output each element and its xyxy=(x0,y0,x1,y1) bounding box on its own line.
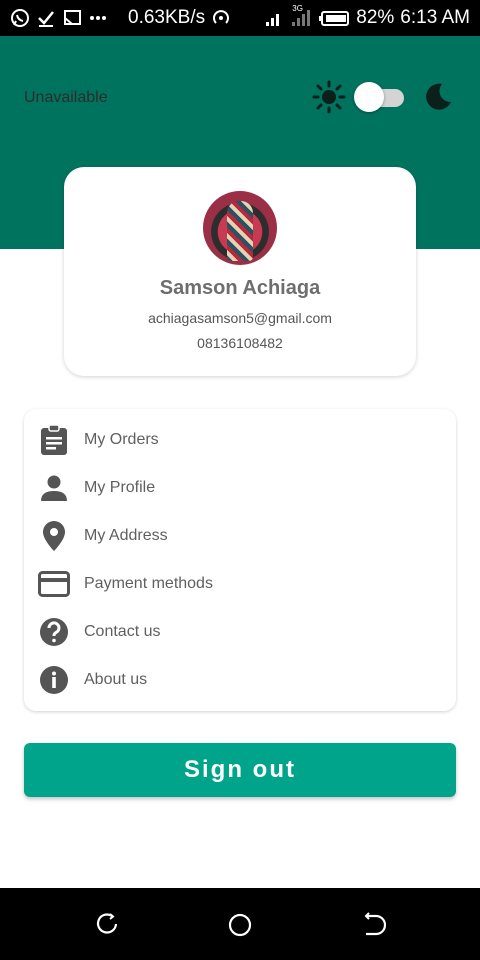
signal-icon xyxy=(264,8,284,28)
status-bar: 0.63KB/s 3G 82% 6:13 AM xyxy=(0,0,480,36)
check-icon xyxy=(36,8,56,28)
home-icon[interactable] xyxy=(227,912,253,938)
network-speed: 0.63KB/s xyxy=(128,7,206,28)
info-icon xyxy=(38,664,70,696)
recent-apps-icon[interactable] xyxy=(94,912,120,938)
more-icon xyxy=(88,8,108,28)
battery-icon xyxy=(318,8,350,28)
network-label: 3G xyxy=(292,4,303,13)
menu-item-label: My Orders xyxy=(84,431,159,448)
avatar[interactable] xyxy=(203,191,277,265)
moon-icon xyxy=(422,80,454,112)
signal-3g-icon: 3G xyxy=(290,4,312,28)
battery-percent: 82% xyxy=(356,7,395,28)
navigation-bar xyxy=(0,888,480,960)
help-icon xyxy=(38,616,70,648)
sun-icon xyxy=(312,80,346,114)
sign-out-button[interactable]: Sign out xyxy=(24,743,456,797)
menu-item-contact-us[interactable]: Contact us xyxy=(24,608,456,656)
theme-toggle[interactable] xyxy=(354,82,404,112)
user-phone: 08136108482 xyxy=(197,335,283,351)
back-icon[interactable] xyxy=(360,912,387,938)
menu-item-label: Contact us xyxy=(84,623,161,640)
menu-item-label: My Address xyxy=(84,527,168,544)
clipboard-icon xyxy=(38,424,70,456)
person-icon xyxy=(38,472,70,504)
profile-card: Samson Achiaga achiagasamson5@gmail.com … xyxy=(64,167,416,376)
menu-item-label: Payment methods xyxy=(84,575,213,592)
hotspot-icon xyxy=(211,8,231,28)
menu-item-my-profile[interactable]: My Profile xyxy=(24,464,456,512)
menu-item-payment-methods[interactable]: Payment methods xyxy=(24,560,456,608)
credit-card-icon xyxy=(38,568,70,600)
toggle-thumb[interactable] xyxy=(354,82,384,112)
menu-item-label: My Profile xyxy=(84,479,156,496)
menu-item-label: About us xyxy=(84,671,148,688)
clock: 6:13 AM xyxy=(400,7,470,28)
menu-item-my-orders[interactable]: My Orders xyxy=(24,416,456,464)
user-email: achiagasamson5@gmail.com xyxy=(148,310,332,326)
menu-list: My Orders My Profile My Address Payment … xyxy=(24,409,456,711)
avatar-photo xyxy=(227,201,253,261)
availability-status: Unavailable xyxy=(24,89,108,106)
whatsapp-icon xyxy=(10,8,30,28)
menu-item-my-address[interactable]: My Address xyxy=(24,512,456,560)
menu-item-about-us[interactable]: About us xyxy=(24,656,456,704)
cast-icon xyxy=(62,8,82,28)
location-pin-icon xyxy=(38,520,70,552)
user-name: Samson Achiaga xyxy=(159,277,321,299)
